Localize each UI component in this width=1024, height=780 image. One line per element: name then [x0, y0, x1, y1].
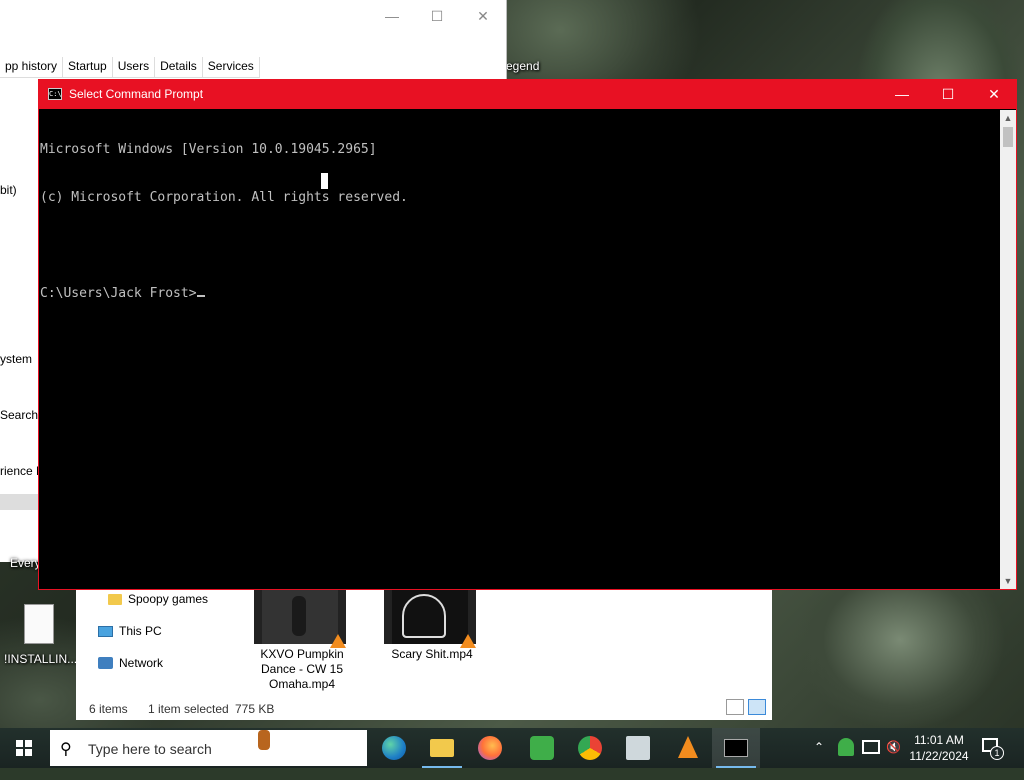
network-icon	[98, 657, 113, 669]
tab-services[interactable]: Services	[203, 57, 260, 77]
start-button[interactable]	[0, 728, 48, 768]
maximize-icon[interactable]: ☐	[429, 8, 445, 24]
taskbar-cmd[interactable]	[712, 728, 760, 768]
notification-count: 1	[990, 746, 1004, 760]
search-icon: ⚲	[60, 741, 72, 758]
desktop-icon-installer[interactable]: !INSTALLIN...	[4, 602, 78, 672]
cmd-titlebar[interactable]: C:\ Select Command Prompt — ☐ ✕	[39, 80, 1016, 109]
nav-item-network[interactable]: Network	[98, 656, 163, 670]
game-icon	[530, 736, 554, 760]
folder-icon	[108, 593, 122, 605]
tab-details[interactable]: Details	[155, 57, 203, 77]
edge-icon	[382, 736, 406, 760]
taskbar-edge[interactable]	[370, 728, 418, 768]
vertical-scrollbar[interactable]: ▲ ▼	[1000, 110, 1016, 589]
scroll-up-icon[interactable]: ▲	[1000, 110, 1016, 126]
taskbar-chrome[interactable]	[566, 728, 614, 768]
notification-center-button[interactable]: 1	[982, 738, 1004, 760]
console-line: Microsoft Windows [Version 10.0.19045.29…	[40, 142, 377, 157]
cmd-icon	[724, 739, 748, 757]
status-size: 775 KB	[235, 702, 275, 716]
network-status-icon[interactable]	[862, 740, 880, 754]
scroll-down-icon[interactable]: ▼	[1000, 573, 1016, 589]
file-item[interactable]: Scary Shit.mp4	[382, 590, 482, 670]
prompt-text: C:\Users\Jack Frost>	[40, 286, 197, 301]
taskbar-firefox[interactable]	[466, 728, 514, 768]
details-view-button[interactable]	[726, 699, 744, 715]
windows-logo-icon	[16, 740, 32, 756]
desktop-label-legend: egend	[506, 59, 540, 73]
close-button[interactable]: ✕	[971, 80, 1017, 109]
taskbar-game[interactable]	[518, 728, 566, 768]
status-item-count: 6 items	[89, 702, 128, 716]
close-icon[interactable]: ✕	[475, 8, 491, 24]
process-item[interactable]: bit)	[0, 183, 17, 197]
command-prompt-window[interactable]: C:\ Select Command Prompt — ☐ ✕ Microsof…	[38, 79, 1017, 590]
taskbar-vlc[interactable]	[664, 728, 712, 768]
large-icons-view-button[interactable]	[748, 699, 766, 715]
show-hidden-icons-chevron-icon[interactable]: ⌃	[814, 740, 824, 780]
taskbar-file-explorer[interactable]	[418, 728, 466, 768]
clock-time: 11:01 AM	[914, 733, 964, 747]
task-manager-tabs: pp history Startup Users Details Service…	[0, 57, 260, 78]
clock[interactable]: 11:01 AM 11/22/2024	[906, 732, 972, 764]
thumbnail-figure	[292, 596, 306, 636]
tab-app-history[interactable]: pp history	[0, 57, 64, 77]
file-name: KXVO Pumpkin Dance - CW 15 Omaha.mp4	[260, 647, 344, 691]
clock-date: 11/22/2024	[909, 749, 969, 763]
window-title: Select Command Prompt	[69, 87, 204, 101]
nav-item-this-pc[interactable]: This PC	[98, 624, 162, 638]
status-selected: 1 item selected	[148, 702, 229, 716]
document-icon	[24, 604, 54, 644]
video-thumbnail	[384, 590, 476, 648]
process-item[interactable]: Search	[0, 408, 38, 422]
nav-item-label: Spoopy games	[128, 592, 209, 606]
text-cursor	[196, 295, 205, 297]
thumbnail-tree	[402, 594, 446, 638]
minimize-button[interactable]: —	[879, 80, 925, 109]
taskbar-network-tool[interactable]	[614, 728, 662, 768]
computer-icon	[98, 625, 113, 637]
nav-item-label: This PC	[119, 624, 162, 638]
search-placeholder: Type here to search	[88, 741, 212, 757]
vlc-icon	[460, 634, 476, 648]
pumpkin-icon	[258, 730, 270, 750]
tab-startup[interactable]: Startup	[63, 57, 113, 77]
file-explorer-window[interactable]: Spoopy games This PC Network KXVO Pumpki…	[76, 588, 772, 720]
file-explorer-icon	[430, 739, 454, 757]
desktop-label-every: Every	[10, 556, 41, 570]
people-icon[interactable]	[838, 738, 854, 756]
file-item[interactable]: KXVO Pumpkin Dance - CW 15 Omaha.mp4	[252, 590, 352, 692]
file-name: Scary Shit.mp4	[391, 647, 473, 661]
cmd-icon: C:\	[48, 88, 62, 100]
prompt-line: C:\Users\Jack Frost>	[40, 286, 1001, 302]
mouse-pointer	[321, 173, 328, 189]
vlc-icon	[678, 736, 698, 758]
console-line: (c) Microsoft Corporation. All rights re…	[40, 190, 408, 205]
maximize-button[interactable]: ☐	[925, 80, 971, 109]
nav-item-spoopy-games[interactable]: Spoopy games	[108, 592, 208, 606]
minimize-icon[interactable]: —	[384, 8, 400, 24]
chrome-icon	[578, 736, 602, 760]
firefox-icon	[478, 736, 502, 760]
process-item[interactable]: ystem	[0, 352, 32, 366]
video-thumbnail	[254, 590, 346, 648]
taskbar: ⚲ Type here to search ⌃ 🔇 11:01 AM 11/22…	[0, 728, 1024, 768]
volume-muted-icon[interactable]: 🔇	[886, 740, 901, 780]
task-manager-titlebar[interactable]: — ☐ ✕	[0, 0, 506, 34]
horizontal-scrollbar[interactable]	[0, 494, 38, 510]
desktop-icon-label: !INSTALLIN...	[4, 652, 78, 666]
vlc-icon	[330, 634, 346, 648]
tab-users[interactable]: Users	[113, 57, 156, 77]
scroll-thumb[interactable]	[1003, 127, 1013, 147]
search-box[interactable]: ⚲ Type here to search	[50, 730, 367, 766]
console-output[interactable]: Microsoft Windows [Version 10.0.19045.29…	[40, 110, 1001, 589]
network-tool-icon	[626, 736, 650, 760]
nav-item-label: Network	[119, 656, 164, 670]
